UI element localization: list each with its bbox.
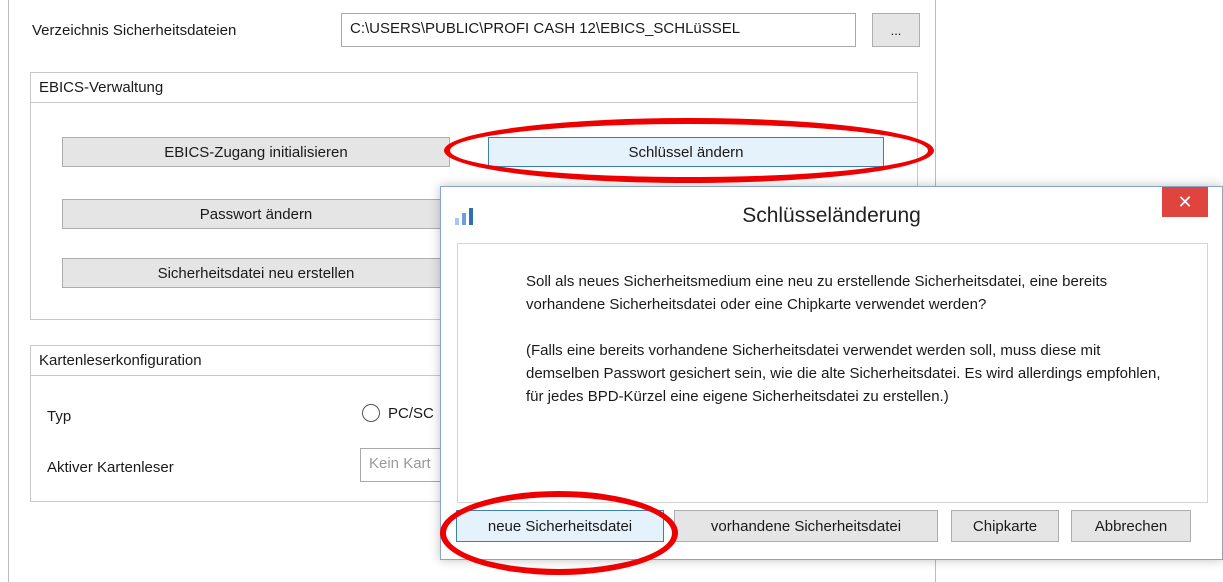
existing-security-file-button[interactable]: vorhandene Sicherheitsdatei — [674, 510, 938, 542]
dialog-title: Schlüsseländerung — [742, 204, 921, 227]
dialog-message: Soll als neues Sicherheitsmedium eine ne… — [526, 270, 1166, 431]
security-dir-field[interactable]: C:\USERS\PUBLIC\PROFI CASH 12\EBICS_SCHL… — [341, 13, 856, 47]
ebics-group-title: EBICS-Verwaltung — [31, 73, 917, 103]
key-change-dialog: Schlüsseländerung ✕ Soll als neues Siche… — [440, 186, 1223, 560]
active-reader-label: Aktiver Kartenleser — [47, 459, 174, 476]
recreate-security-file-button[interactable]: Sicherheitsdatei neu erstellen — [62, 258, 450, 288]
security-dir-label: Verzeichnis Sicherheitsdateien — [32, 22, 237, 39]
cancel-button[interactable]: Abbrechen — [1071, 510, 1191, 542]
ebics-init-button[interactable]: EBICS-Zugang initialisieren — [62, 137, 450, 167]
message-note: (Falls eine bereits vorhandene Sicherhei… — [526, 342, 1161, 405]
pcsc-radio-label: PC/SC — [388, 405, 434, 422]
change-key-button[interactable]: Schlüssel ändern — [488, 137, 884, 167]
close-button[interactable]: ✕ — [1162, 187, 1208, 217]
panel-left-border — [8, 0, 9, 582]
message-question: Soll als neues Sicherheitsmedium eine ne… — [526, 273, 1108, 313]
chipcard-button[interactable]: Chipkarte — [951, 510, 1059, 542]
dialog-message-area: Soll als neues Sicherheitsmedium eine ne… — [457, 243, 1208, 503]
browse-button[interactable]: ... — [872, 13, 920, 47]
pcsc-radio[interactable] — [362, 404, 380, 422]
change-password-button[interactable]: Passwort ändern — [62, 199, 450, 229]
new-security-file-button[interactable]: neue Sicherheitsdatei — [456, 510, 664, 542]
type-label: Typ — [47, 408, 72, 425]
